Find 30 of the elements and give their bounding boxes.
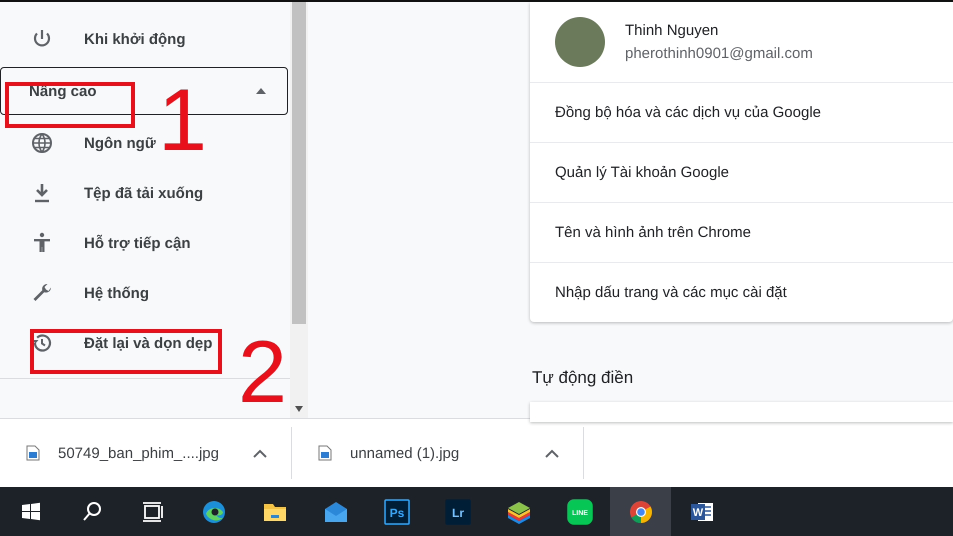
globe-icon (30, 131, 54, 155)
taskbar-button[interactable]: W (671, 487, 732, 536)
annotation-number: 2 (238, 338, 287, 407)
scroll-down-arrow-icon[interactable] (295, 406, 303, 412)
caret-icon (255, 87, 267, 95)
sidebar-item[interactable]: Hệ thống (84, 284, 149, 302)
settings-row[interactable]: Tên và hình ảnh trên Chrome (530, 202, 953, 262)
settings-row[interactable]: Nhập dấu trang và các mục cài đặt (530, 262, 953, 322)
account-email: pherothinh0901@gmail.com (625, 45, 813, 62)
download-file-name[interactable]: unnamed (1).jpg (350, 444, 527, 462)
chevron-up-icon[interactable] (545, 448, 559, 458)
lr-app-icon[interactable]: Lr (444, 498, 472, 526)
scrollbar-thumb[interactable] (292, 2, 306, 324)
taskbar-button[interactable]: Ps (366, 487, 427, 536)
ps-app-icon[interactable]: Ps (382, 498, 410, 526)
chevron-up-icon[interactable] (253, 448, 267, 458)
download-file-name[interactable]: 50749_ban_phim_....jpg (58, 444, 235, 462)
section-heading: Tự động điền (532, 368, 634, 389)
sidebar-item[interactable]: Khi khởi động (84, 30, 186, 48)
image-file-icon (26, 445, 40, 461)
sidebar-item[interactable]: Ngôn ngữ (84, 134, 156, 152)
image-file-icon (318, 445, 332, 461)
sidebar-item[interactable]: Tệp đã tải xuống (84, 184, 204, 202)
account-name: Thinh Nguyen (625, 22, 720, 39)
settings-row[interactable]: Đồng bộ hóa và các dịch vụ của Google (530, 82, 953, 142)
sidebar-item[interactable]: Đặt lại và dọn dẹp (84, 334, 212, 352)
sidebar-item[interactable]: Hỗ trợ tiếp cận (84, 234, 191, 252)
avatar-placeholder (555, 17, 605, 67)
taskbar-button[interactable]: Lr (427, 487, 488, 536)
settings-row[interactable]: Quản lý Tài khoản Google (530, 142, 953, 202)
